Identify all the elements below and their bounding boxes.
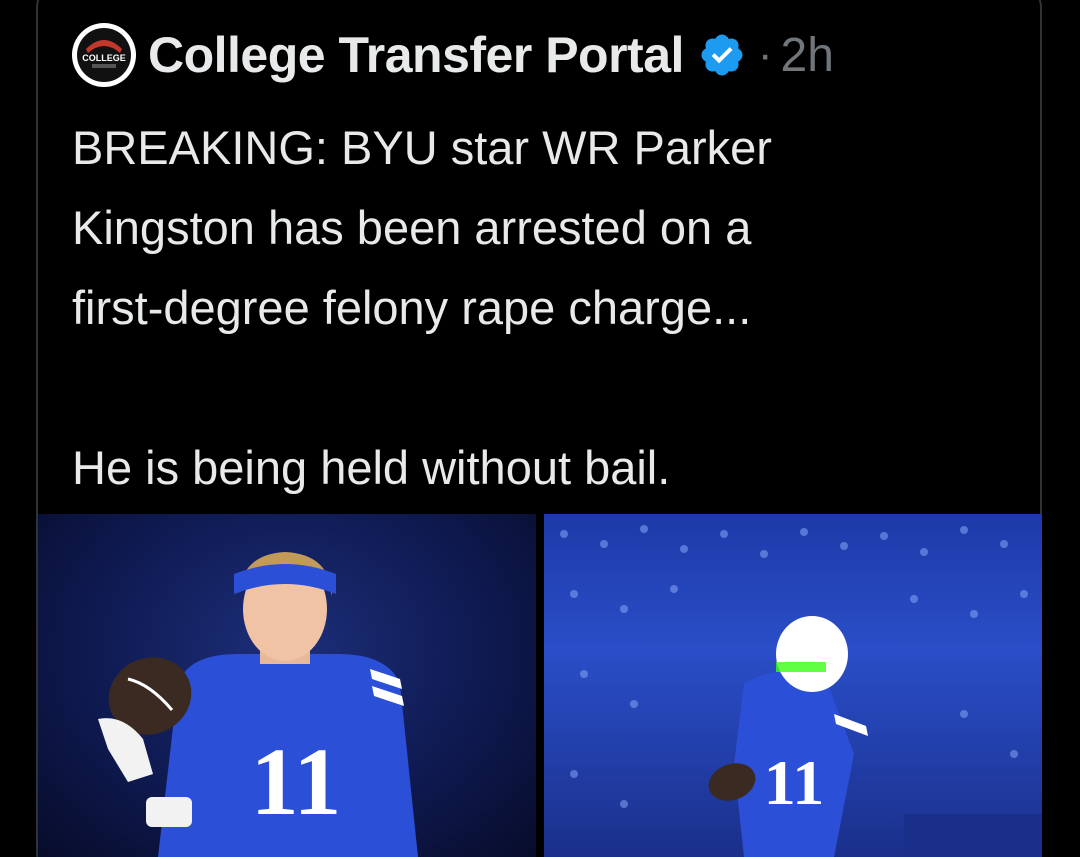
media-grid: 11 11 <box>38 514 1042 857</box>
author-name[interactable]: College Transfer Portal <box>148 26 684 84</box>
jersey-number-right: 11 <box>764 747 824 818</box>
tweet-text: BREAKING: BYU star WR Parker Kingston ha… <box>72 121 772 494</box>
separator-dot: · <box>757 30 773 79</box>
timestamp[interactable]: 2h <box>781 28 834 83</box>
photo-player-action[interactable]: 11 <box>544 514 1042 857</box>
photo-player-portrait[interactable]: 11 <box>38 514 536 857</box>
avatar[interactable]: COLLEGE <box>72 23 136 87</box>
avatar-logo-text: COLLEGE <box>82 53 126 63</box>
tweet-header: COLLEGE College Transfer Portal · 2h <box>72 22 834 88</box>
jersey-number-left: 11 <box>251 728 342 835</box>
college-football-logo-icon: COLLEGE <box>73 24 135 86</box>
verified-badge-icon <box>698 31 746 79</box>
